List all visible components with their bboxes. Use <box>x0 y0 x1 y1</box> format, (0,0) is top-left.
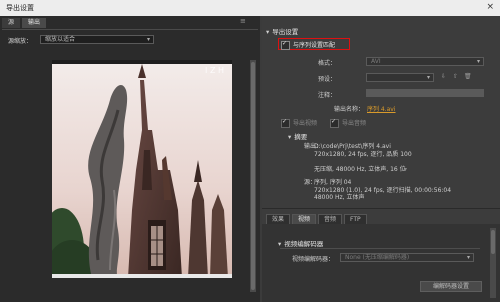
summary-source-key: 源： <box>303 179 316 186</box>
delete-preset-icon[interactable]: 🗑 <box>464 73 472 80</box>
format-label: 格式： <box>317 60 336 67</box>
caret-down-icon: ▾ <box>278 240 282 248</box>
scrollbar-thumb[interactable] <box>251 62 255 290</box>
divider <box>280 248 480 249</box>
checkbox-checked[interactable] <box>330 118 339 128</box>
output-name-label: 输出名称： <box>333 106 364 113</box>
notes-label: 注释： <box>317 92 336 99</box>
preset-select[interactable]: ▾ <box>366 73 434 82</box>
chevron-down-icon: ▾ <box>476 58 480 65</box>
preset-label: 预设： <box>317 76 336 83</box>
source-scaling-select[interactable]: 缩放以适合 ▾ <box>40 35 154 44</box>
match-sequence-label: 与序列设置匹配 <box>293 42 336 49</box>
window-titlebar: 导出设置 × <box>0 0 500 16</box>
chevron-down-icon: ▾ <box>146 36 150 43</box>
caret-down-icon: ▾ <box>288 133 292 141</box>
summary-header[interactable]: ▾ 摘要 <box>288 131 307 141</box>
summary-output-line: 720x1280, 24 fps, 逐行, 品质 100 <box>314 150 412 158</box>
summary-source: 序列, 序列 04 720x1280 (1.0), 24 fps, 逐行扫描, … <box>314 179 494 202</box>
video-codec-header[interactable]: ▾ 视频编解码器 <box>278 238 323 248</box>
export-audio-checkbox[interactable]: 导出音频 <box>330 118 366 128</box>
tab-source[interactable]: 源 <box>2 18 21 28</box>
right-scrollbar[interactable] <box>490 228 496 298</box>
chevron-down-icon: ▾ <box>426 74 430 81</box>
window-title: 导出设置 <box>6 4 34 12</box>
close-icon[interactable]: × <box>486 2 494 12</box>
summary-title: 摘要 <box>294 133 308 141</box>
export-audio-label: 导出音频 <box>342 120 367 127</box>
preview-image <box>52 60 232 278</box>
checkbox-checked[interactable] <box>281 118 290 128</box>
export-video-checkbox[interactable]: 导出视频 <box>281 118 317 128</box>
format-select[interactable]: AVI ▾ <box>366 57 484 66</box>
checkbox-checked[interactable] <box>281 40 290 50</box>
video-preview: I Z H <box>52 60 232 278</box>
source-scaling-value: 缩放以适合 <box>45 36 76 43</box>
caret-down-icon: ▾ <box>266 28 270 36</box>
source-scaling-label: 源缩放： <box>8 38 33 45</box>
match-sequence-checkbox[interactable]: 与序列设置匹配 <box>281 40 335 50</box>
chevron-down-icon: ▾ <box>466 254 470 261</box>
summary-source-line: 48000 Hz, 立体声 <box>314 194 365 201</box>
import-preset-icon[interactable]: ⇧ <box>452 73 459 80</box>
divider <box>262 208 500 209</box>
codec-settings-button[interactable]: 编解码器设置 <box>420 281 482 292</box>
left-scrollbar[interactable] <box>250 60 256 292</box>
export-video-label: 导出视频 <box>293 120 318 127</box>
video-codec-select[interactable]: None (无压缩编解码器) ▾ <box>340 253 474 262</box>
scroll-down-icon[interactable]: ▾ <box>404 166 407 173</box>
summary-source-line: 序列, 序列 04 <box>314 179 352 186</box>
summary-source-line: 720x1280 (1.0), 24 fps, 逐行扫描, 00:00:56:0… <box>314 186 452 194</box>
video-codec-label: 视频编解码器： <box>291 256 334 263</box>
output-name-link[interactable]: 序列 4.avi <box>367 104 396 113</box>
video-codec-title: 视频编解码器 <box>284 240 324 248</box>
divider <box>2 29 258 30</box>
panel-menu-icon[interactable]: ≡ <box>240 18 250 25</box>
scrollbar-thumb[interactable] <box>491 230 495 254</box>
export-settings-header[interactable]: ▾ 导出设置 <box>266 26 298 36</box>
video-codec-value: None (无压缩编解码器) <box>345 254 410 261</box>
save-preset-icon[interactable]: ⇩ <box>440 73 447 80</box>
format-value: AVI <box>371 58 381 65</box>
left-tabs: 源 输出 <box>2 18 48 28</box>
export-settings-title: 导出设置 <box>272 28 299 36</box>
tab-output[interactable]: 输出 <box>22 18 47 28</box>
watermark-logo: I Z H <box>205 66 224 75</box>
notes-field[interactable] <box>366 89 484 97</box>
summary-output-line: D:\code\Prj\test\序列 4.avi <box>314 143 391 150</box>
